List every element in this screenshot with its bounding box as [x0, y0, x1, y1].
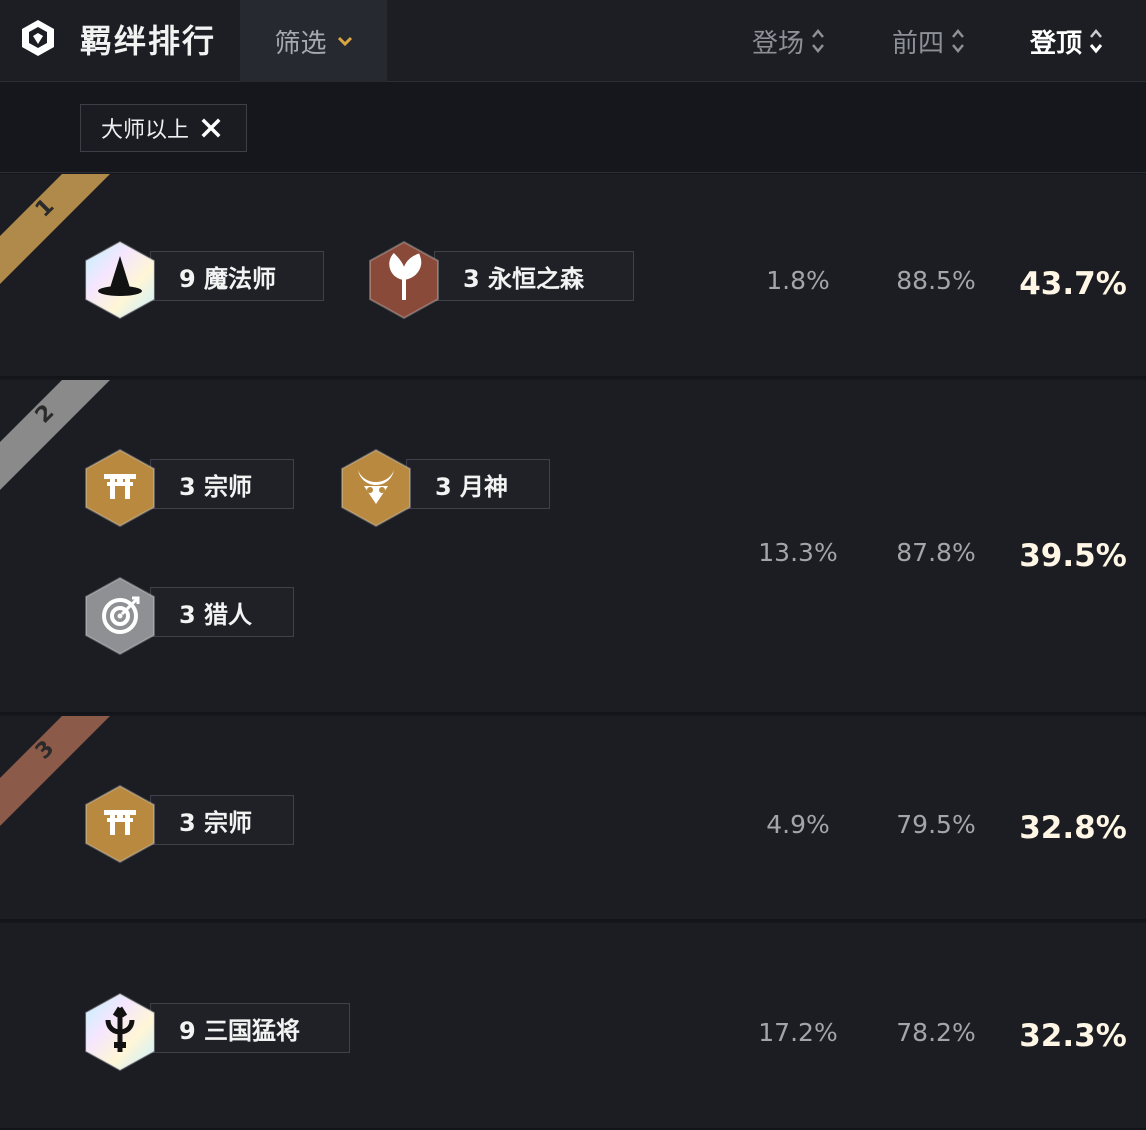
trait-chip[interactable]: 3 宗师 — [84, 784, 294, 864]
trait-chip[interactable]: 3 永恒之森 — [368, 240, 634, 320]
trait-chip[interactable]: 3 宗师 — [84, 448, 294, 528]
appear-rate: 4.9% — [766, 810, 830, 839]
trait-label: 9 魔法师 — [150, 251, 324, 301]
sort-arrows-icon — [1089, 29, 1103, 54]
ranking-row[interactable]: 23 宗师 3 月神 3 猎人 13.3% 87.8% 39.5% — [0, 380, 1146, 714]
win-rate: 39.5% — [1019, 538, 1127, 574]
close-icon[interactable] — [201, 118, 221, 138]
top4-rate: 79.5% — [896, 810, 976, 839]
trait-chip[interactable]: 3 猎人 — [84, 576, 294, 656]
chevron-down-icon — [337, 36, 352, 47]
trait-chip[interactable]: 9 魔法师 — [84, 240, 324, 320]
target-icon — [85, 576, 155, 656]
appear-rate: 13.3% — [758, 538, 838, 567]
filter-button[interactable]: 筛选 — [240, 0, 387, 82]
trait-label: 3 月神 — [406, 459, 550, 509]
leaf-icon — [369, 240, 439, 320]
ranking-row[interactable]: 33 宗师 4.9% 79.5% 32.8% — [0, 716, 1146, 921]
win-rate: 32.8% — [1019, 810, 1127, 846]
filter-tag[interactable]: 大师以上 — [80, 104, 247, 152]
page-title: 羁绊排行 — [80, 22, 217, 60]
app-logo-icon — [22, 20, 54, 56]
top4-rate: 87.8% — [896, 538, 976, 567]
trait-label: 3 永恒之森 — [434, 251, 634, 301]
trait-label: 3 宗师 — [150, 795, 294, 845]
top-bar: 羁绊排行 筛选 登场 前四 登顶 — [0, 0, 1146, 82]
win-rate: 43.7% — [1019, 266, 1127, 302]
appear-rate: 17.2% — [758, 1018, 838, 1047]
filter-tag-label: 大师以上 — [101, 118, 190, 143]
active-filters-bar: 大师以上 — [0, 83, 1146, 173]
sort-top4-button[interactable]: 前四 — [892, 0, 966, 82]
sort-win-label: 登顶 — [1030, 28, 1083, 59]
ranking-row[interactable]: 19 魔法师 3 永恒之森 1.8% 88.5% 43.7% — [0, 174, 1146, 378]
trait-label: 3 猎人 — [150, 587, 294, 637]
ranking-row[interactable]: 9 三国猛将 17.2% 78.2% 32.3% — [0, 923, 1146, 1130]
trait-label: 3 宗师 — [150, 459, 294, 509]
sort-appear-button[interactable]: 登场 — [752, 0, 826, 82]
sort-top4-label: 前四 — [892, 28, 945, 59]
top4-rate: 88.5% — [896, 266, 976, 295]
top4-rate: 78.2% — [896, 1018, 976, 1047]
torii-gate-icon — [85, 448, 155, 528]
sort-arrows-icon — [812, 29, 824, 53]
trait-chip[interactable]: 3 月神 — [340, 448, 550, 528]
sort-appear-label: 登场 — [752, 28, 805, 59]
trait-label: 9 三国猛将 — [150, 1003, 350, 1053]
trident-icon — [85, 992, 155, 1072]
wizard-hat-icon — [85, 240, 155, 320]
sort-win-button[interactable]: 登顶 — [1030, 0, 1104, 82]
appear-rate: 1.8% — [766, 266, 830, 295]
filter-label: 筛选 — [274, 28, 327, 59]
win-rate: 32.3% — [1019, 1018, 1127, 1054]
sort-arrows-icon — [952, 29, 964, 53]
torii-gate-icon — [85, 784, 155, 864]
moon-mask-icon — [341, 448, 411, 528]
trait-chip[interactable]: 9 三国猛将 — [84, 992, 350, 1072]
